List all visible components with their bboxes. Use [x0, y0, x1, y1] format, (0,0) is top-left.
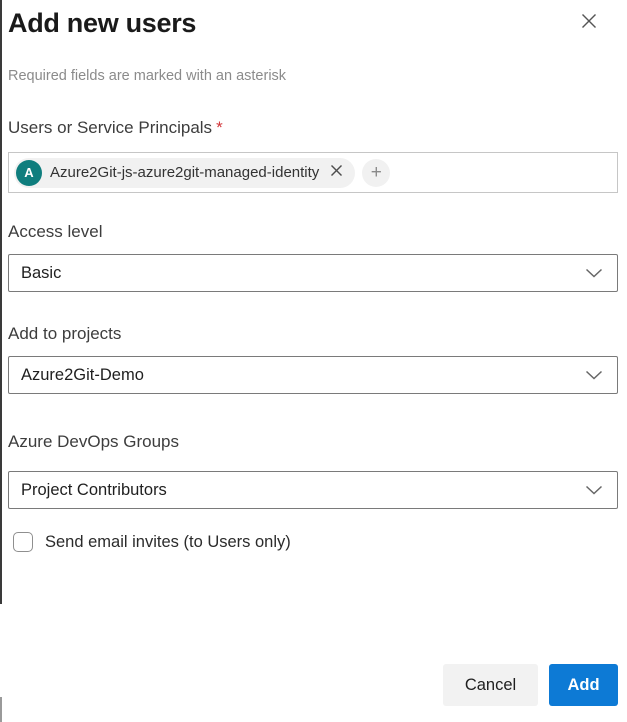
- users-field-label-text: Users or Service Principals: [8, 118, 213, 137]
- access-level-label: Access level: [8, 222, 103, 241]
- devops-groups-value: Project Contributors: [21, 480, 167, 499]
- send-email-invites-checkbox[interactable]: [13, 532, 33, 552]
- identity-chip-name: Azure2Git-js-azure2git-managed-identity: [50, 164, 320, 181]
- close-icon: [579, 11, 599, 36]
- users-picker-input[interactable]: A Azure2Git-js-azure2git-managed-identit…: [8, 152, 618, 193]
- access-level-select[interactable]: Basic: [8, 254, 618, 292]
- cancel-button[interactable]: Cancel: [443, 664, 538, 706]
- add-identity-button[interactable]: +: [362, 158, 391, 187]
- chevron-down-icon: [585, 268, 603, 279]
- add-button[interactable]: Add: [549, 664, 618, 706]
- required-fields-note: Required fields are marked with an aster…: [8, 68, 287, 84]
- close-button[interactable]: [574, 8, 604, 38]
- remove-identity-button[interactable]: [327, 164, 345, 182]
- identity-chip: A Azure2Git-js-azure2git-managed-identit…: [14, 157, 356, 188]
- panel-left-border-bottom: [0, 697, 2, 722]
- panel-left-border: [0, 0, 2, 604]
- send-email-invites-row: Send email invites (to Users only): [13, 532, 291, 552]
- add-to-projects-select[interactable]: Azure2Git-Demo: [8, 356, 618, 394]
- chevron-down-icon: [585, 485, 603, 496]
- add-users-dialog: Add new users Required fields are marked…: [0, 0, 627, 722]
- add-to-projects-label: Add to projects: [8, 324, 122, 343]
- devops-groups-select[interactable]: Project Contributors: [8, 471, 618, 509]
- send-email-invites-label: Send email invites (to Users only): [45, 532, 291, 551]
- add-to-projects-value: Azure2Git-Demo: [21, 365, 144, 384]
- dialog-title: Add new users: [8, 8, 197, 38]
- users-field-label: Users or Service Principals *: [8, 118, 223, 138]
- access-level-value: Basic: [21, 263, 62, 282]
- avatar: A: [16, 159, 42, 186]
- devops-groups-label: Azure DevOps Groups: [8, 432, 180, 451]
- plus-icon: +: [370, 162, 382, 183]
- remove-icon: [330, 164, 343, 182]
- chevron-down-icon: [585, 370, 603, 381]
- required-asterisk: *: [216, 118, 223, 137]
